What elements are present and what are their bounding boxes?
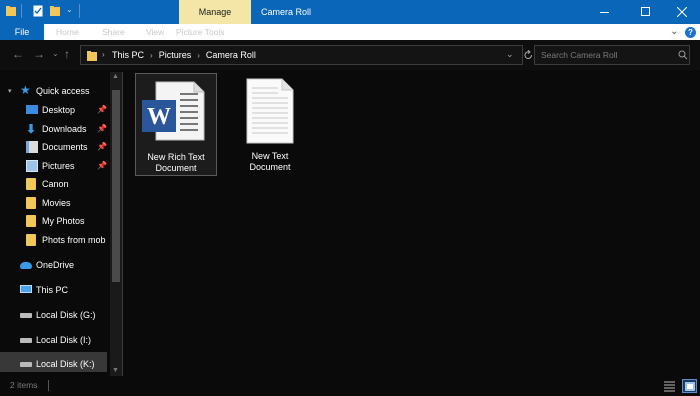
divider bbox=[79, 4, 80, 18]
minimize-button[interactable] bbox=[587, 0, 623, 24]
sidebar-item-movies[interactable]: Movies bbox=[26, 194, 110, 212]
folder-icon bbox=[87, 51, 97, 61]
breadcrumb-pictures[interactable]: Pictures bbox=[159, 50, 192, 60]
file-item[interactable]: W New Rich Text Document bbox=[135, 73, 217, 176]
divider bbox=[21, 4, 22, 18]
tab-file[interactable]: File bbox=[0, 24, 44, 40]
sidebar-item-my-photos[interactable]: My Photos bbox=[26, 212, 110, 230]
forward-button[interactable]: → bbox=[33, 46, 45, 62]
sidebar-item-local-disk-i[interactable]: Local Disk (I:) bbox=[20, 331, 110, 349]
close-icon bbox=[677, 7, 687, 17]
text-document-icon bbox=[246, 78, 294, 144]
address-dropdown-icon[interactable]: ⌄ bbox=[506, 49, 514, 60]
large-icons-view-button[interactable] bbox=[682, 379, 697, 393]
divider bbox=[48, 380, 49, 391]
pane-divider[interactable] bbox=[122, 72, 123, 376]
breadcrumb-camera-roll[interactable]: Camera Roll bbox=[206, 50, 256, 60]
tab-view[interactable]: View bbox=[146, 24, 164, 40]
status-bar bbox=[0, 377, 700, 396]
desktop-icon bbox=[26, 105, 38, 114]
sidebar-item-local-disk-k[interactable]: Local Disk (K:) bbox=[20, 355, 110, 373]
folder-icon bbox=[26, 178, 36, 190]
tab-home[interactable]: Home bbox=[56, 24, 79, 40]
chevron-right-icon[interactable]: › bbox=[150, 51, 153, 60]
sidebar-item-quick-access[interactable]: ★ Quick access bbox=[20, 82, 110, 100]
documents-icon bbox=[26, 141, 38, 153]
cloud-icon bbox=[20, 262, 32, 269]
folder-icon bbox=[26, 215, 36, 227]
back-button[interactable]: ← bbox=[12, 46, 24, 62]
details-view-button[interactable] bbox=[663, 380, 676, 392]
up-button[interactable]: ↑ bbox=[64, 46, 70, 62]
file-name-line: New Text bbox=[251, 151, 289, 161]
download-icon: ⬇ bbox=[26, 122, 37, 136]
scrollbar-thumb[interactable] bbox=[112, 90, 120, 282]
tab-picture-tools[interactable]: Picture Tools bbox=[176, 24, 225, 40]
large-icons-view-icon bbox=[685, 382, 695, 391]
title-bar: ⌄ Manage Camera Roll bbox=[0, 0, 700, 24]
file-name: New Text Document bbox=[230, 151, 310, 173]
new-folder-icon[interactable] bbox=[50, 5, 60, 17]
chevron-down-icon: ⌄ bbox=[52, 49, 59, 58]
arrow-up-icon: ↑ bbox=[64, 47, 70, 61]
svg-text:W: W bbox=[147, 104, 171, 130]
chevron-down-icon: ⌄ bbox=[670, 26, 679, 37]
maximize-button[interactable] bbox=[627, 0, 663, 24]
scroll-down-icon[interactable]: ▼ bbox=[112, 367, 119, 374]
refresh-icon[interactable] bbox=[524, 49, 533, 61]
arrow-left-icon: ← bbox=[12, 47, 24, 61]
item-count: 2 items bbox=[10, 380, 38, 390]
folder-icon bbox=[6, 6, 16, 16]
help-icon[interactable]: ? bbox=[685, 27, 696, 38]
pin-icon[interactable]: 📌 bbox=[97, 142, 107, 151]
recent-locations-button[interactable]: ⌄ bbox=[52, 46, 59, 62]
file-name-line: Document bbox=[155, 163, 197, 173]
file-explorer-window: ⌄ Manage Camera Roll File Home Share Vie… bbox=[0, 0, 700, 396]
file-name-line: New Rich Text bbox=[147, 152, 205, 162]
minimize-icon bbox=[600, 12, 609, 13]
folder-icon bbox=[26, 197, 36, 209]
expand-ribbon-button[interactable]: ⌄ bbox=[670, 24, 682, 40]
tab-share[interactable]: Share bbox=[102, 24, 125, 40]
folder-icon bbox=[26, 234, 36, 246]
customize-toolbar-icon[interactable]: ⌄ bbox=[66, 5, 73, 14]
chevron-right-icon: › bbox=[102, 50, 105, 59]
tab-manage[interactable]: Manage bbox=[179, 0, 251, 24]
scroll-up-icon[interactable]: ▲ bbox=[112, 73, 119, 80]
arrow-right-icon: → bbox=[33, 47, 45, 61]
drive-icon bbox=[20, 362, 32, 367]
close-button[interactable] bbox=[664, 0, 700, 24]
search-icon bbox=[678, 50, 688, 60]
sidebar-item-onedrive[interactable]: OneDrive bbox=[20, 256, 110, 274]
details-view-icon bbox=[664, 381, 675, 392]
file-name: New Rich Text Document bbox=[136, 152, 216, 174]
sidebar-item-this-pc[interactable]: This PC bbox=[20, 281, 110, 299]
file-item[interactable]: New Text Document bbox=[230, 73, 312, 176]
maximize-icon bbox=[641, 7, 650, 16]
drive-icon bbox=[20, 338, 32, 343]
sidebar-item-phots-from-mob[interactable]: Phots from mob bbox=[26, 231, 110, 249]
properties-icon[interactable] bbox=[33, 5, 43, 17]
drive-icon bbox=[20, 313, 32, 318]
pin-icon[interactable]: 📌 bbox=[97, 105, 107, 114]
star-icon: ★ bbox=[20, 83, 31, 97]
chevron-right-icon[interactable]: › bbox=[197, 51, 200, 60]
sidebar-item-canon[interactable]: Canon bbox=[26, 175, 110, 193]
chevron-down-icon[interactable]: ▾ bbox=[8, 87, 12, 95]
pictures-icon bbox=[26, 160, 38, 172]
pin-icon[interactable]: 📌 bbox=[97, 161, 107, 170]
computer-icon bbox=[20, 285, 32, 293]
word-document-icon: W bbox=[142, 81, 205, 141]
pin-icon[interactable]: 📌 bbox=[97, 124, 107, 133]
window-title: Camera Roll bbox=[261, 7, 312, 17]
breadcrumb: This PC › Pictures › Camera Roll bbox=[112, 45, 256, 65]
file-name-line: Document bbox=[249, 162, 291, 172]
sidebar-item-local-disk-g[interactable]: Local Disk (G:) bbox=[20, 306, 110, 324]
search-input[interactable]: Search Camera Roll bbox=[534, 45, 690, 65]
breadcrumb-this-pc[interactable]: This PC bbox=[112, 50, 144, 60]
